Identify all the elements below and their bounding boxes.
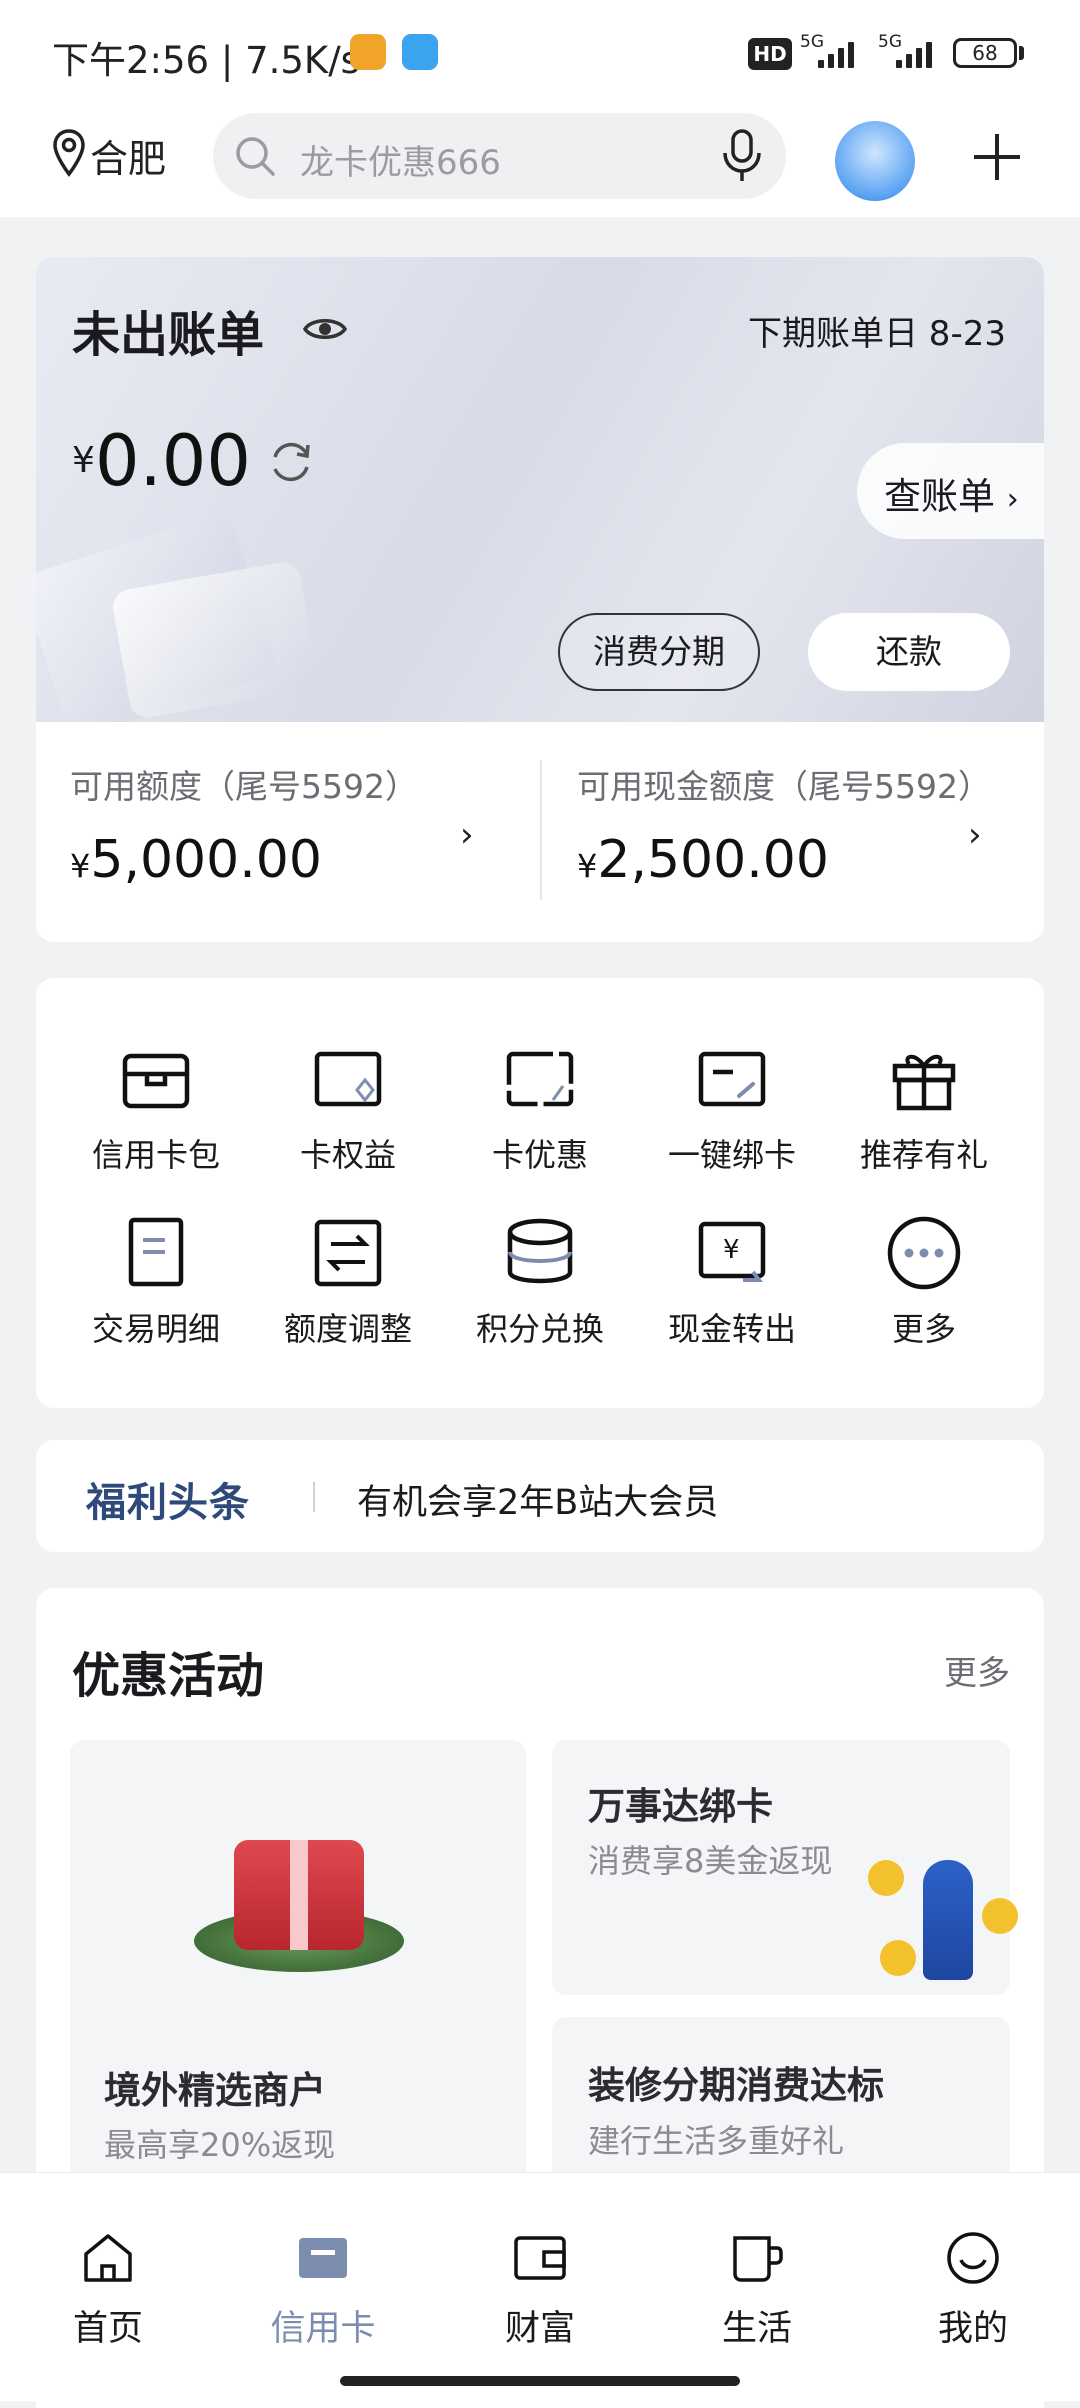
card-rights-icon <box>314 1051 382 1107</box>
grid-item-points-exchange[interactable]: 积分兑换 <box>444 1214 636 1350</box>
grid-item-more[interactable]: 更多 <box>828 1214 1020 1350</box>
chevron-right-icon[interactable]: › <box>460 815 474 855</box>
more-icon <box>887 1216 961 1290</box>
grid-item-card-discount[interactable]: 卡优惠 <box>444 1040 636 1176</box>
promo-title: 装修分期消费达标 <box>588 2064 884 2107</box>
promo-title: 境外精选商户 <box>104 2069 326 2112</box>
signal-sim1: 5G <box>800 32 854 68</box>
battery-tip <box>1019 46 1024 60</box>
promotions-more-link[interactable]: 更多 <box>944 1646 1010 1694</box>
grid-item-cash-transfer[interactable]: ¥ 现金转出 <box>636 1214 828 1350</box>
grid-item-limit-adjust[interactable]: 额度调整 <box>252 1214 444 1350</box>
limit-adjust-icon <box>314 1219 382 1287</box>
cash-limit-label: 可用现金额度（尾号5592） <box>577 767 991 806</box>
nav-tab-mine[interactable]: 我的 <box>898 2230 1048 2351</box>
gift-ribbon <box>290 1840 308 1950</box>
cash-transfer-icon: ¥ <box>698 1221 766 1282</box>
available-limit[interactable]: 可用额度（尾号5592） ¥5,000.00 <box>70 760 490 890</box>
grid-item-card-rights[interactable]: 卡权益 <box>252 1040 444 1176</box>
bill-amount: 0.00 <box>95 420 251 502</box>
promo-subtitle: 消费享8美金返现 <box>588 1842 833 1880</box>
view-bill-label[interactable]: 查账单 › <box>884 466 1019 520</box>
svg-text:¥: ¥ <box>723 1235 740 1265</box>
points-exchange-icon <box>507 1218 573 1284</box>
bill-title: 未出账单 <box>72 307 265 363</box>
home-icon <box>84 2234 132 2282</box>
assistant-avatar[interactable] <box>835 121 915 201</box>
currency-symbol: ¥ <box>577 847 598 885</box>
city-selector[interactable]: 合肥 <box>90 128 166 183</box>
location-pin-icon[interactable] <box>52 128 86 178</box>
chevron-right-icon: › <box>1006 482 1019 517</box>
person-illustration <box>923 1860 973 1980</box>
app-notification-icon <box>402 34 438 70</box>
welfare-tag: 福利头条 <box>86 1480 250 1526</box>
repay-button[interactable]: 还款 <box>808 613 1010 691</box>
eye-icon[interactable] <box>302 313 348 345</box>
promo-title: 万事达绑卡 <box>588 1785 773 1828</box>
home-indicator[interactable] <box>340 2376 740 2386</box>
search-icon <box>236 137 275 176</box>
card-wallet-icon <box>122 1053 190 1109</box>
section-title: 优惠活动 <box>72 1648 265 1704</box>
nav-tab-credit-card[interactable]: 信用卡 <box>248 2230 398 2351</box>
nav-tab-life[interactable]: 生活 <box>682 2230 832 2351</box>
grid-item-transactions[interactable]: 交易明细 <box>60 1214 252 1350</box>
currency-symbol: ¥ <box>72 440 95 481</box>
currency-symbol: ¥ <box>70 847 91 885</box>
welfare-headline[interactable]: 有机会享2年B站大会员 <box>357 1474 718 1525</box>
divider <box>313 1482 315 1512</box>
chevron-right-icon[interactable]: › <box>968 815 982 855</box>
card-bind-icon <box>698 1051 766 1107</box>
cash-limit-value: 2,500.00 <box>597 830 829 890</box>
refresh-icon[interactable] <box>266 437 316 487</box>
promo-subtitle: 建行生活多重好礼 <box>588 2122 845 2160</box>
profile-smile-icon <box>947 2232 999 2284</box>
wallet-icon <box>514 2236 566 2280</box>
coin-icon <box>868 1860 904 1896</box>
coin-icon <box>880 1940 916 1976</box>
transaction-detail-icon <box>128 1217 184 1287</box>
cup-icon <box>733 2236 783 2282</box>
signal-sim2: 5G <box>878 32 932 68</box>
app-notification-icon <box>350 34 386 70</box>
grid-item-card-wallet[interactable]: 信用卡包 <box>60 1040 252 1176</box>
grid-item-card-bind[interactable]: 一键绑卡 <box>636 1040 828 1176</box>
next-bill-date: 下期账单日 8-23 <box>748 314 1006 354</box>
nav-tab-home[interactable]: 首页 <box>33 2230 183 2351</box>
search-placeholder: 龙卡优惠666 <box>300 143 501 183</box>
status-time: 下午2:56 | 7.5K/s <box>52 39 360 82</box>
gift-icon <box>892 1054 956 1111</box>
credit-card-icon <box>299 2238 347 2278</box>
grid-item-referral-gift[interactable]: 推荐有礼 <box>828 1040 1020 1176</box>
available-limit-value: 5,000.00 <box>90 830 322 890</box>
cash-limit[interactable]: 可用现金额度（尾号5592） ¥2,500.00 <box>577 760 997 890</box>
nav-tab-wealth[interactable]: 财富 <box>465 2230 615 2351</box>
battery-icon: 68 <box>953 38 1017 68</box>
microphone-icon[interactable] <box>720 128 764 184</box>
promo-subtitle: 最高享20%返现 <box>104 2126 336 2164</box>
hd-voice-icon: HD <box>748 38 792 70</box>
plus-icon[interactable] <box>970 130 1024 184</box>
installment-button[interactable]: 消费分期 <box>558 613 760 691</box>
divider <box>540 760 542 900</box>
card-discount-icon <box>506 1051 574 1107</box>
available-limit-label: 可用额度（尾号5592） <box>70 767 418 806</box>
coin-icon <box>982 1898 1018 1934</box>
